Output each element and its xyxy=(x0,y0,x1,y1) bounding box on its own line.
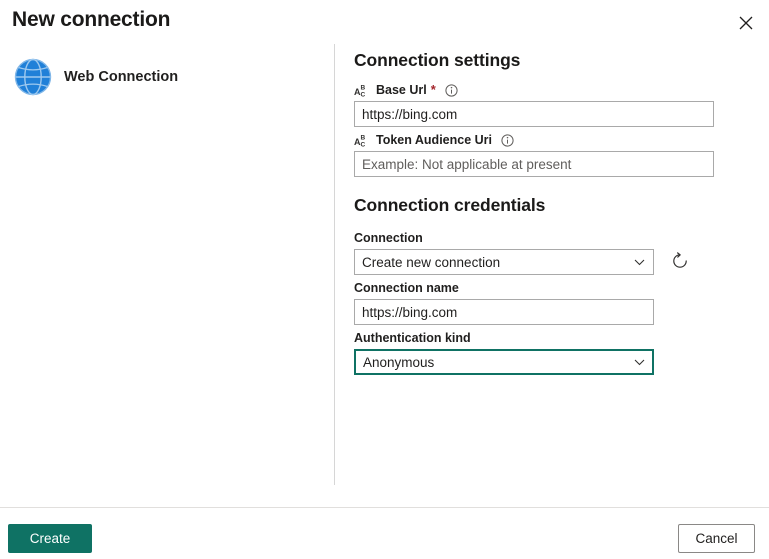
page-title: New connection xyxy=(12,8,171,31)
field-base-url: A B C Base Url * xyxy=(354,82,714,127)
svg-text:B: B xyxy=(361,135,366,142)
abc-text-icon: A B C xyxy=(354,133,371,149)
field-authentication-kind: Authentication kind Anonymous xyxy=(354,330,654,375)
field-connection-name: Connection name xyxy=(354,280,654,325)
field-label-connection-name: Connection name xyxy=(354,281,459,295)
field-label-text: Base Url xyxy=(376,83,427,97)
create-button[interactable]: Create xyxy=(8,524,92,553)
authentication-kind-select[interactable]: Anonymous xyxy=(354,349,654,375)
footer-divider xyxy=(0,507,769,508)
refresh-icon xyxy=(671,251,689,273)
token-audience-uri-input[interactable] xyxy=(354,151,714,177)
section-heading-connection-credentials: Connection credentials xyxy=(354,195,546,215)
authentication-kind-select-wrap: Anonymous xyxy=(354,349,654,375)
field-label-token-audience-uri: A B C Token Audience Uri xyxy=(354,132,714,149)
connector-list: Web Connection xyxy=(0,44,334,485)
svg-text:B: B xyxy=(361,85,366,92)
base-url-input[interactable] xyxy=(354,101,714,127)
list-item-label: Web Connection xyxy=(64,69,179,85)
info-icon[interactable] xyxy=(445,83,458,97)
authentication-kind-select-value: Anonymous xyxy=(363,354,435,370)
field-label-connection: Connection xyxy=(354,231,423,245)
abc-text-icon: A B C xyxy=(354,83,371,99)
required-marker: * xyxy=(430,82,436,97)
connection-select-value: Create new connection xyxy=(362,254,501,270)
connection-select-wrap: Create new connection xyxy=(354,249,687,275)
svg-text:C: C xyxy=(361,92,366,98)
pane-divider xyxy=(334,44,335,485)
field-connection: Connection Create new connection xyxy=(354,230,687,275)
refresh-connections-button[interactable] xyxy=(666,248,694,276)
globe-icon xyxy=(14,58,52,96)
field-label-base-url: A B C Base Url * xyxy=(354,82,714,99)
close-button[interactable] xyxy=(729,6,763,40)
close-icon xyxy=(739,16,753,30)
cancel-button[interactable]: Cancel xyxy=(678,524,755,553)
dialog-header: New connection xyxy=(0,0,769,44)
field-label-authentication-kind: Authentication kind xyxy=(354,331,471,345)
section-heading-connection-settings: Connection settings xyxy=(354,50,521,70)
field-label-text: Token Audience Uri xyxy=(376,133,492,147)
field-token-audience-uri: A B C Token Audience Uri xyxy=(354,132,714,177)
svg-text:C: C xyxy=(361,142,366,148)
connection-select[interactable]: Create new connection xyxy=(354,249,654,275)
connection-name-input[interactable] xyxy=(354,299,654,325)
info-icon[interactable] xyxy=(501,133,514,147)
list-item-web-connection[interactable]: Web Connection xyxy=(8,54,184,100)
